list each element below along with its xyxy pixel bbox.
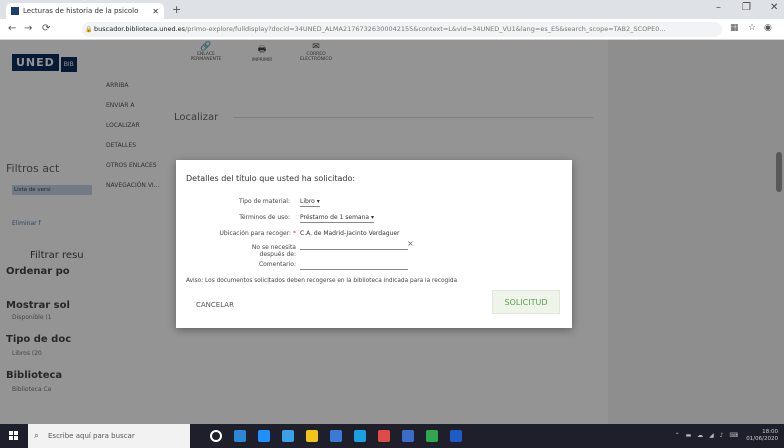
new-tab-button[interactable]: +	[172, 3, 181, 16]
cancel-button[interactable]: CANCELAR	[196, 301, 234, 309]
terms-label: Términos de uso:	[239, 214, 290, 221]
favicon-icon	[11, 7, 19, 15]
close-window-icon[interactable]: ✕	[770, 2, 778, 13]
extension-icon[interactable]: ▦	[730, 23, 739, 33]
word-icon[interactable]	[450, 430, 462, 442]
profile-icon[interactable]: ◉	[764, 23, 772, 33]
restore-icon[interactable]: ❐	[742, 2, 751, 13]
teams-icon[interactable]	[402, 430, 414, 442]
outlook-icon[interactable]	[354, 430, 366, 442]
url-path: /primo-explore/fulldisplay?docid=34UNED_…	[185, 25, 666, 33]
windows-start-icon[interactable]	[9, 431, 19, 441]
back-icon[interactable]: ←	[8, 23, 16, 34]
browser-tab[interactable]: Lecturas de historia de la psicolo ✕	[6, 3, 164, 19]
taskbar-search[interactable]: ⌕ Escribe aquí para buscar	[28, 424, 190, 448]
not-needed-after-input[interactable]	[300, 240, 408, 250]
lock-icon: 🔒	[85, 26, 93, 33]
multitask-icon[interactable]	[234, 430, 246, 442]
url-field[interactable]: 🔒 buscador.biblioteca.uned.es/primo-expl…	[82, 22, 722, 37]
forward-icon[interactable]: →	[24, 23, 32, 34]
bookmark-star-icon[interactable]: ☆	[748, 23, 756, 33]
minimize-icon[interactable]: –	[716, 2, 721, 13]
comment-label: Comentario:	[258, 261, 296, 268]
system-tray-icons[interactable]: ⌃ ▬ ☁ ◢ ♪ ⌨	[675, 432, 740, 439]
material-type-select[interactable]: Libro ▾	[300, 198, 320, 207]
mail-app-icon[interactable]	[330, 430, 342, 442]
chrome-icon[interactable]	[426, 430, 438, 442]
not-needed-after-label: No se necesita después de:	[251, 244, 296, 258]
tab-title: Lecturas de historia de la psicolo	[23, 7, 139, 15]
pickup-notice: Aviso: Los documentos solicitados deben …	[186, 278, 458, 284]
task-view-icon[interactable]	[210, 430, 222, 442]
url-host: buscador.biblioteca.uned.es	[94, 25, 186, 33]
taskbar: ⌕ Escribe aquí para buscar ⌃ ▬ ☁ ◢ ♪ ⌨ 1…	[0, 424, 784, 448]
pickup-location-label: Ubicación para recoger: *	[219, 230, 296, 237]
store-icon[interactable]	[306, 430, 318, 442]
submit-request-button[interactable]: SOLICITUD	[492, 290, 560, 314]
search-icon: ⌕	[34, 431, 40, 441]
terms-select[interactable]: Préstamo de 1 semana ▾	[300, 214, 374, 223]
edge-icon[interactable]	[258, 430, 270, 442]
required-marker: *	[293, 230, 296, 237]
clear-date-icon[interactable]: ×	[407, 239, 414, 248]
pickup-location-value[interactable]: C.A. de Madrid-Jacinto Verdaguer	[300, 230, 400, 237]
material-type-label: Tipo de material:	[238, 198, 290, 205]
close-tab-icon[interactable]: ✕	[152, 7, 159, 16]
browser-tab-bar: Lecturas de historia de la psicolo ✕ + –…	[0, 0, 784, 19]
clock[interactable]: 18:00 01/06/2020	[746, 429, 778, 443]
address-bar-row: ← → ⟳ 🔒 buscador.biblioteca.uned.es/prim…	[0, 19, 784, 40]
comment-input[interactable]	[300, 260, 408, 270]
reload-icon[interactable]: ⟳	[42, 23, 50, 34]
request-dialog: Detalles del título que usted ha solicit…	[176, 160, 572, 328]
dialog-title: Detalles del título que usted ha solicit…	[186, 174, 356, 183]
app-icon[interactable]	[378, 430, 390, 442]
file-explorer-icon[interactable]	[282, 430, 294, 442]
